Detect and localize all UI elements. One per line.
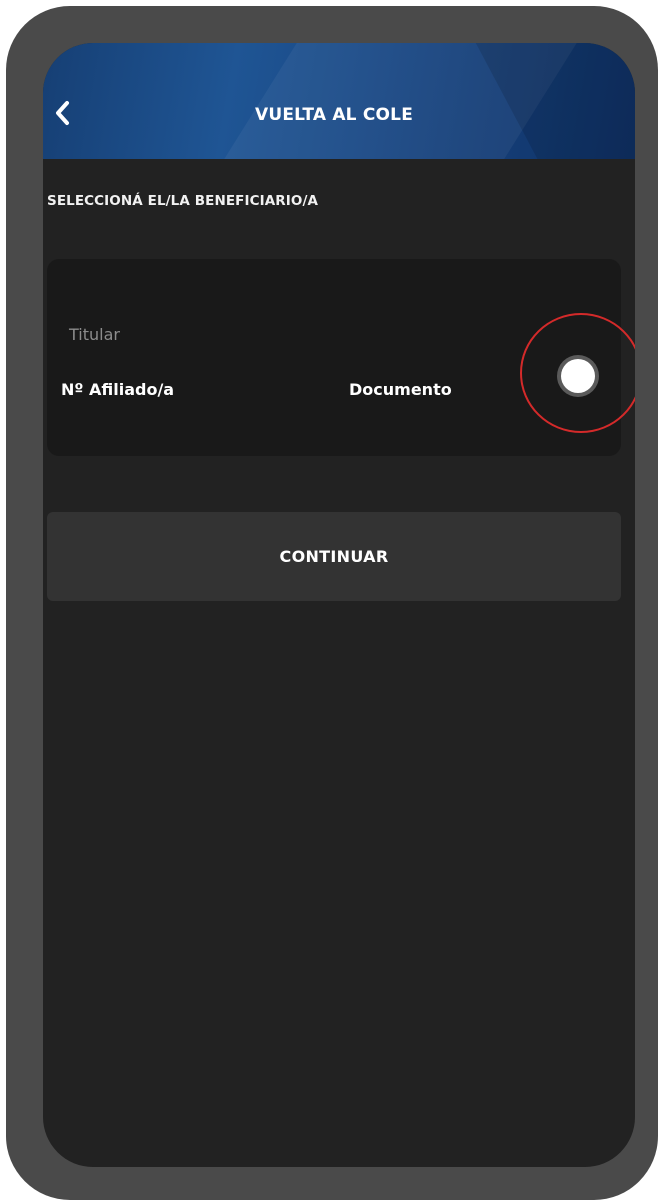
continue-button-label: CONTINUAR (279, 547, 389, 566)
section-label: SELECCIONÁ EL/LA BENEFICIARIO/A (47, 193, 319, 209)
holder-tag: Titular (69, 325, 120, 344)
continue-button[interactable]: CONTINUAR (47, 512, 621, 601)
page-title: VUELTA AL COLE (254, 105, 414, 125)
app-screen: VUELTA AL COLE SELECCIONÁ EL/LA BENEFICI… (43, 43, 635, 1167)
document-label: Documento (349, 380, 452, 399)
affiliate-number-label: Nº Afiliado/a (61, 380, 175, 399)
header-bar: VUELTA AL COLE (43, 43, 635, 159)
highlight-circle (520, 313, 635, 433)
